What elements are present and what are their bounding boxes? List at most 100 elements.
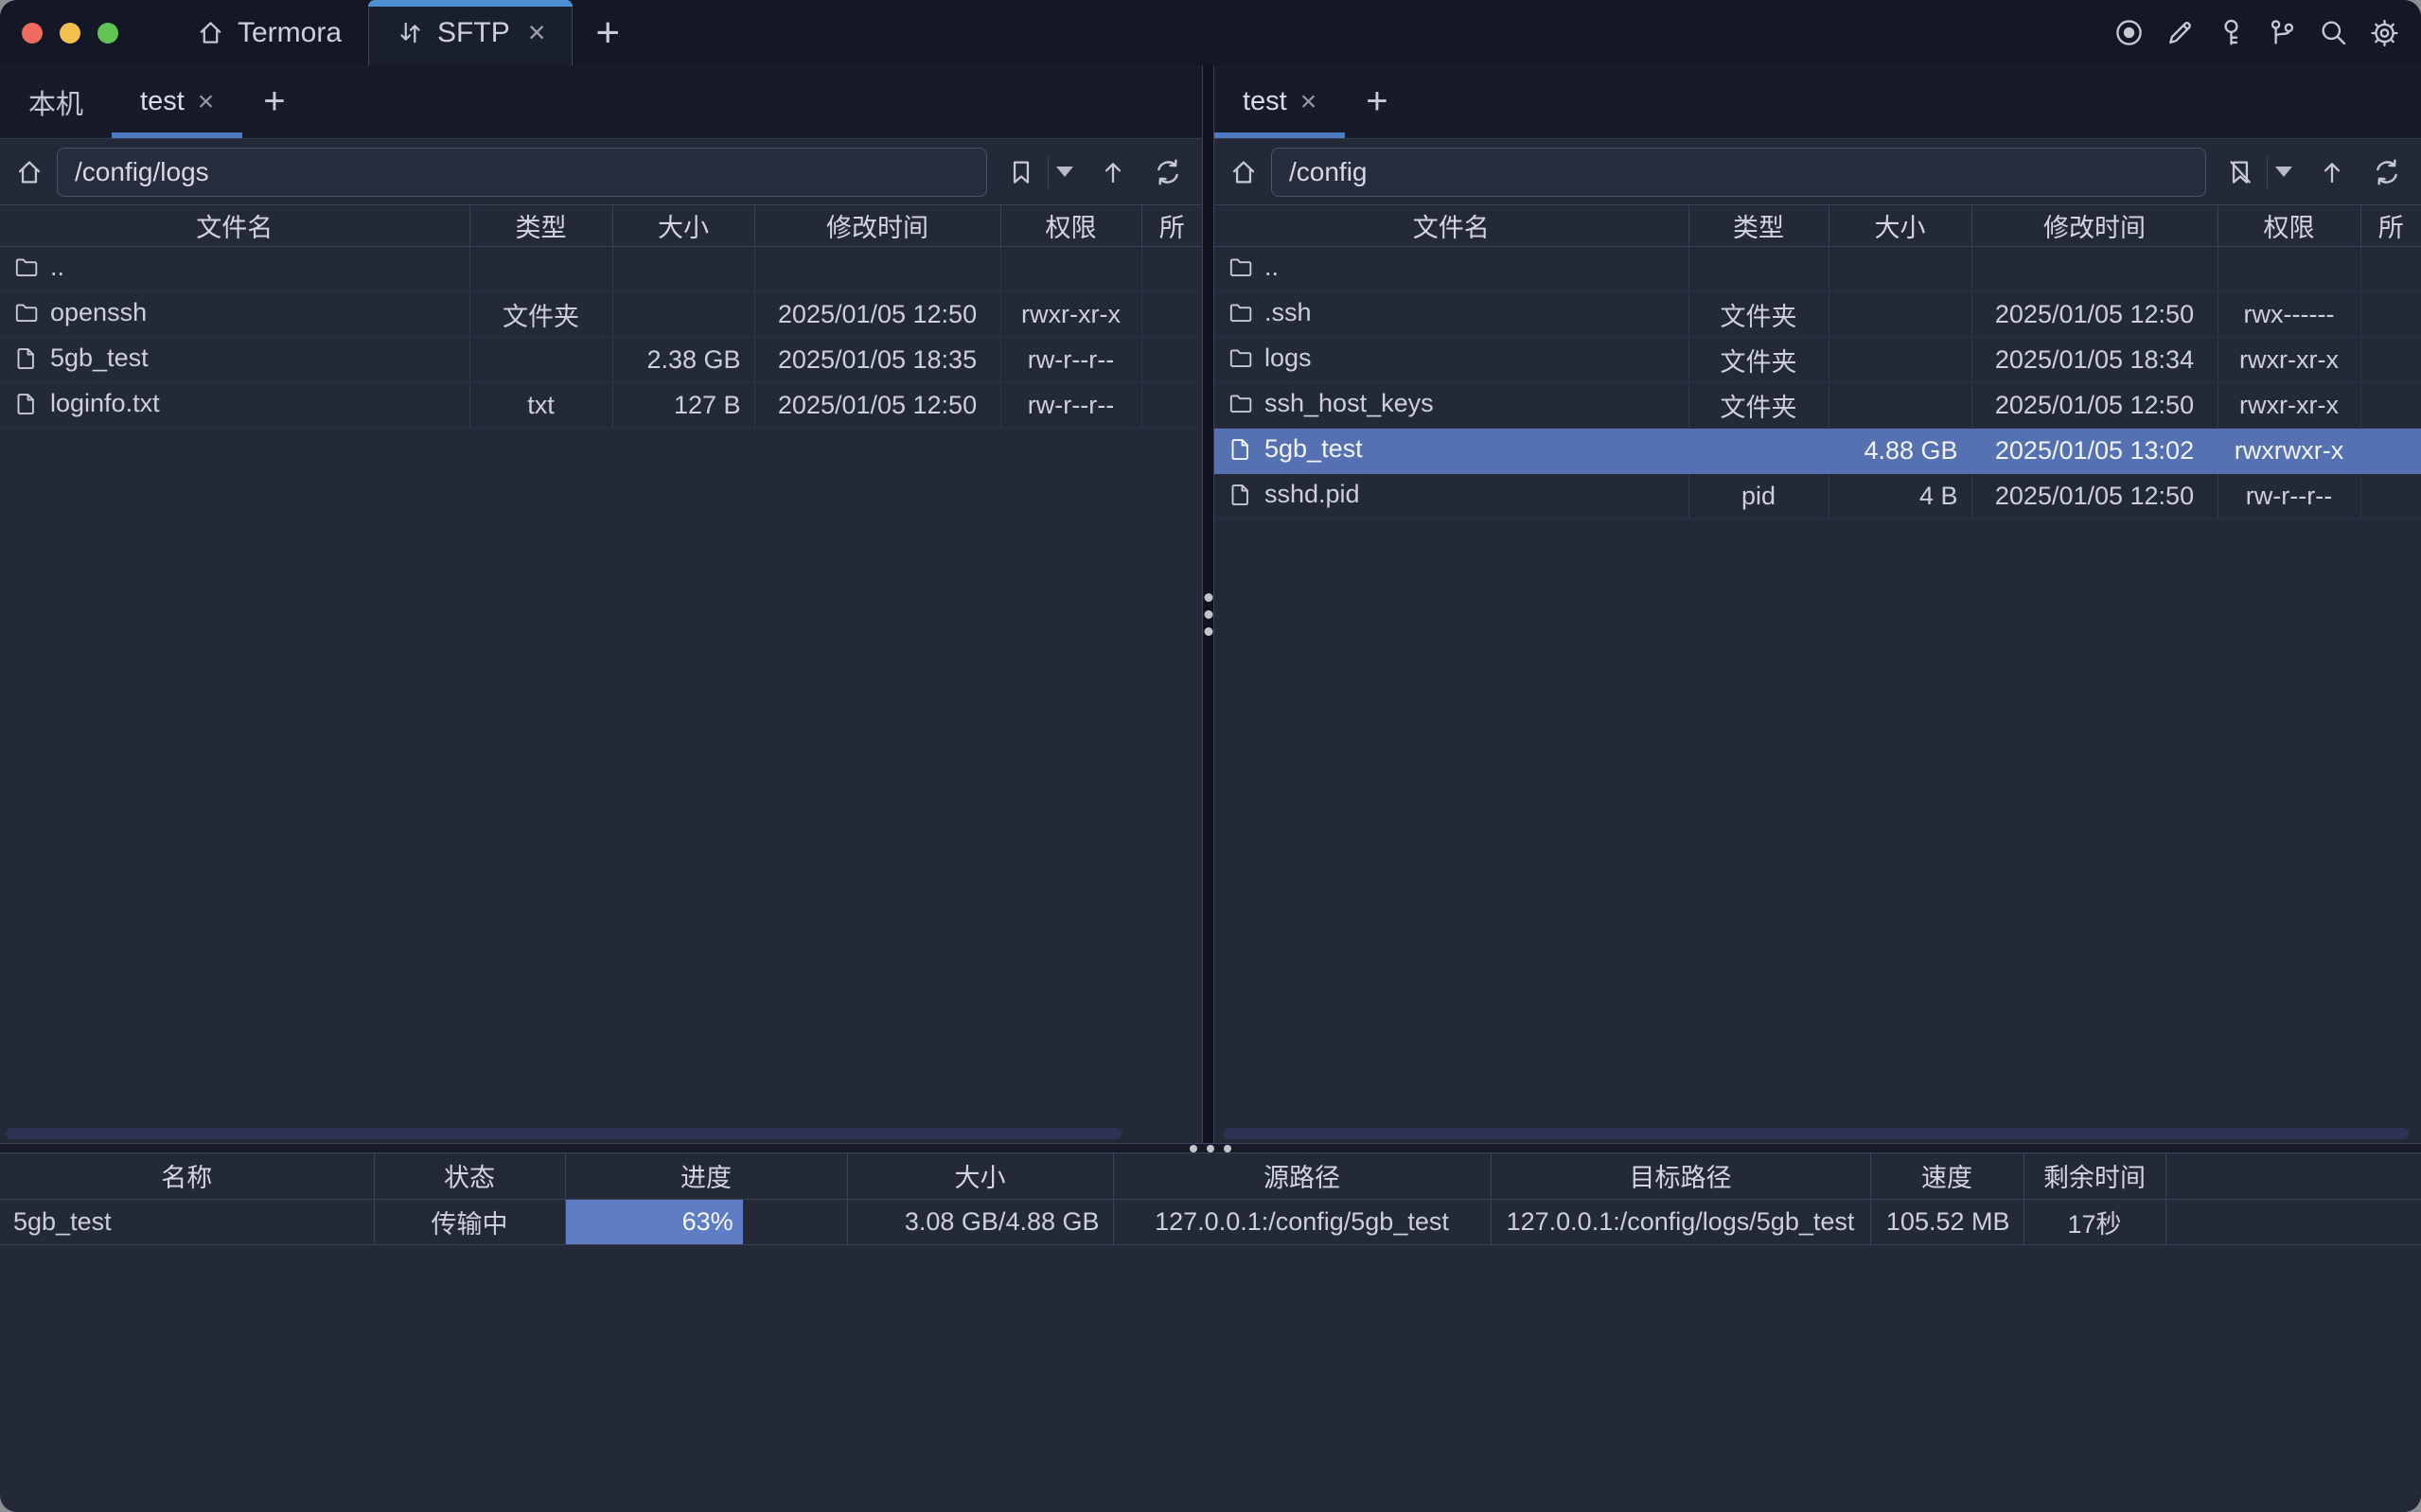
left-path-actions bbox=[1000, 151, 1193, 193]
file-row-loginfo[interactable]: loginfo.txt txt 127 B 2025/01/05 12:50 r… bbox=[0, 383, 1202, 429]
file-row-ssh-host-keys[interactable]: ssh_host_keys 文件夹 2025/01/05 12:50 rwxr-… bbox=[1214, 383, 2421, 429]
parent-directory-button[interactable] bbox=[2311, 151, 2353, 193]
transfer-column-target[interactable]: 目标路径 bbox=[1491, 1153, 1870, 1199]
transfer-queue: 名称 状态 进度 大小 源路径 目标路径 速度 剩余时间 5gb_test 传输… bbox=[0, 1153, 2421, 1512]
home-icon bbox=[196, 18, 225, 47]
file-name: loginfo.txt bbox=[50, 389, 160, 418]
file-name: 5gb_test bbox=[50, 343, 149, 373]
file-icon bbox=[13, 345, 39, 371]
tab-sftp-close-icon[interactable]: × bbox=[528, 15, 546, 50]
transfer-arrows-icon bbox=[396, 18, 425, 47]
column-header-size[interactable]: 大小 bbox=[612, 205, 754, 247]
right-path-actions bbox=[2219, 151, 2412, 193]
column-header-type[interactable]: 类型 bbox=[1688, 205, 1829, 247]
transfer-splitter-horizontal[interactable] bbox=[0, 1143, 2421, 1153]
bookmark-button[interactable] bbox=[2219, 151, 2261, 193]
file-row-openssh[interactable]: openssh 文件夹 2025/01/05 12:50 rwxr-xr-x bbox=[0, 292, 1202, 338]
minimize-window-button[interactable] bbox=[60, 23, 80, 44]
bookmark-icon bbox=[1006, 157, 1036, 187]
right-pathbar bbox=[1214, 139, 2421, 204]
tab-close-icon[interactable]: × bbox=[1300, 86, 1317, 118]
home-icon bbox=[14, 157, 44, 187]
file-name: openssh bbox=[50, 298, 147, 327]
tab-termora[interactable]: Termora bbox=[169, 0, 368, 65]
left-file-panel: 本机 test × + bbox=[0, 65, 1202, 1143]
column-header-mtime[interactable]: 修改时间 bbox=[754, 205, 1000, 247]
column-header-perm[interactable]: 权限 bbox=[2218, 205, 2360, 247]
zoom-window-button[interactable] bbox=[97, 23, 118, 44]
file-row-up[interactable]: .. bbox=[0, 247, 1202, 292]
file-row-up[interactable]: .. bbox=[1214, 247, 2421, 292]
tab-sftp[interactable]: SFTP × bbox=[368, 0, 573, 65]
progress-label: 63% bbox=[682, 1207, 743, 1237]
close-window-button[interactable] bbox=[22, 23, 43, 44]
column-header-size[interactable]: 大小 bbox=[1829, 205, 1971, 247]
home-button[interactable] bbox=[1222, 150, 1265, 194]
transfer-column-speed[interactable]: 速度 bbox=[1870, 1153, 2023, 1199]
transfer-row-5gb-test[interactable]: 5gb_test 传输中 63% 3.08 GB/4.88 GB 127.0.0… bbox=[0, 1199, 2421, 1244]
divider bbox=[2267, 156, 2268, 188]
home-button[interactable] bbox=[8, 150, 51, 194]
column-header-owner[interactable]: 所 bbox=[2360, 205, 2421, 247]
path-input[interactable] bbox=[1271, 148, 2206, 197]
titlebar: Termora SFTP × + bbox=[0, 0, 2421, 65]
tab-sftp-label: SFTP bbox=[437, 17, 510, 49]
add-connection-button[interactable]: + bbox=[242, 65, 306, 138]
edit-icon[interactable] bbox=[2165, 17, 2196, 48]
transfer-column-source[interactable]: 源路径 bbox=[1113, 1153, 1491, 1199]
tab-local-label: 本机 bbox=[28, 82, 83, 122]
transfer-column-size[interactable]: 大小 bbox=[847, 1153, 1113, 1199]
file-row-logs[interactable]: logs 文件夹 2025/01/05 18:34 rwxr-xr-x bbox=[1214, 338, 2421, 383]
tab-session-test[interactable]: test × bbox=[112, 65, 242, 138]
left-connection-tabs: 本机 test × + bbox=[0, 65, 1202, 139]
arrow-up-icon bbox=[1098, 157, 1128, 187]
file-row-ssh[interactable]: .ssh 文件夹 2025/01/05 12:50 rwx------ bbox=[1214, 292, 2421, 338]
tab-termora-label: Termora bbox=[238, 17, 342, 49]
sftp-split-view: 本机 test × + bbox=[0, 65, 2421, 1143]
panel-splitter-vertical[interactable] bbox=[1202, 65, 1214, 1143]
file-row-sshd-pid[interactable]: sshd.pid pid 4 B 2025/01/05 12:50 rw-r--… bbox=[1214, 474, 2421, 519]
bookmark-button[interactable] bbox=[1000, 151, 1042, 193]
transfer-column-eta[interactable]: 剩余时间 bbox=[2023, 1153, 2165, 1199]
refresh-button[interactable] bbox=[2366, 151, 2408, 193]
folder-icon bbox=[1228, 345, 1253, 371]
splitter-grip-icon bbox=[1204, 593, 1212, 636]
file-name: logs bbox=[1264, 343, 1312, 373]
add-connection-button[interactable]: + bbox=[1345, 65, 1408, 138]
parent-directory-button[interactable] bbox=[1092, 151, 1134, 193]
file-name: .ssh bbox=[1264, 298, 1312, 327]
bookmark-dropdown-caret-icon[interactable] bbox=[2275, 167, 2292, 177]
column-header-type[interactable]: 类型 bbox=[469, 205, 612, 247]
transfer-column-progress[interactable]: 进度 bbox=[565, 1153, 847, 1199]
folder-icon bbox=[13, 300, 39, 325]
left-pathbar bbox=[0, 139, 1202, 204]
key-icon[interactable] bbox=[2216, 17, 2247, 48]
progress-cell: 63% bbox=[565, 1199, 847, 1244]
record-button[interactable] bbox=[2113, 17, 2145, 48]
column-header-name[interactable]: 文件名 bbox=[1214, 205, 1688, 247]
path-input[interactable] bbox=[57, 148, 987, 197]
transfer-column-name[interactable]: 名称 bbox=[0, 1153, 374, 1199]
bookmark-dropdown-caret-icon[interactable] bbox=[1056, 167, 1073, 177]
file-row-5gb-test[interactable]: 5gb_test 2.38 GB 2025/01/05 18:35 rw-r--… bbox=[0, 338, 1202, 383]
tab-local-machine[interactable]: 本机 bbox=[0, 65, 112, 138]
column-header-perm[interactable]: 权限 bbox=[1000, 205, 1141, 247]
progress-bar: 63% bbox=[566, 1200, 743, 1244]
horizontal-scrollbar[interactable] bbox=[6, 1128, 1122, 1139]
new-window-tab-button[interactable]: + bbox=[573, 0, 643, 65]
file-row-5gb-test-selected[interactable]: 5gb_test 4.88 GB 2025/01/05 13:02 rwxrwx… bbox=[1214, 429, 2421, 474]
branch-icon[interactable] bbox=[2267, 17, 2298, 48]
column-header-mtime[interactable]: 修改时间 bbox=[1971, 205, 2218, 247]
tab-session-test[interactable]: test × bbox=[1214, 65, 1345, 138]
tab-close-icon[interactable]: × bbox=[198, 86, 215, 118]
settings-gear-icon[interactable] bbox=[2369, 17, 2400, 48]
refresh-button[interactable] bbox=[1147, 151, 1189, 193]
file-name: .. bbox=[50, 253, 64, 282]
arrow-up-icon bbox=[2317, 157, 2347, 187]
transfer-column-status[interactable]: 状态 bbox=[374, 1153, 565, 1199]
file-name: .. bbox=[1264, 253, 1279, 282]
column-header-owner[interactable]: 所 bbox=[1141, 205, 1202, 247]
search-icon[interactable] bbox=[2318, 17, 2349, 48]
horizontal-scrollbar[interactable] bbox=[1224, 1128, 2409, 1139]
column-header-name[interactable]: 文件名 bbox=[0, 205, 469, 247]
